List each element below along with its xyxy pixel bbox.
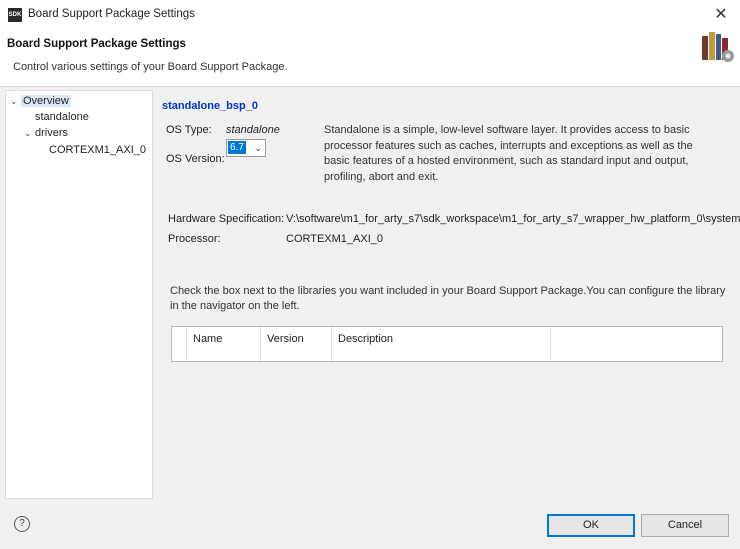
nav-item-label: Overview <box>21 95 71 107</box>
bsp-navigator-tree: ⌄ Overview standalone ⌄ drivers CORTEXM1… <box>5 90 153 499</box>
header-description: Control various settings of your Board S… <box>13 61 288 73</box>
dialog-header: Board Support Package Settings Control v… <box>0 30 740 87</box>
nav-item-label: CORTEXM1_AXI_0 <box>49 144 147 156</box>
processor-label: Processor: <box>168 233 221 245</box>
os-type-label: OS Type: <box>166 124 212 136</box>
header-title: Board Support Package Settings <box>7 38 186 50</box>
chevron-down-icon[interactable]: ⌄ <box>24 128 32 139</box>
libraries-instructions: Check the box next to the libraries you … <box>170 285 726 312</box>
os-version-label: OS Version: <box>166 153 225 165</box>
hardware-spec-value: V:\software\m1_for_arty_s7\sdk_workspace… <box>286 213 740 225</box>
table-header-version[interactable]: Version <box>261 327 332 361</box>
table-header-extra <box>551 327 722 361</box>
nav-item-cortexm1-axi-0[interactable]: CORTEXM1_AXI_0 <box>49 144 146 156</box>
chevron-down-icon[interactable]: ⌄ <box>10 96 18 107</box>
cancel-button[interactable]: Cancel <box>641 514 729 537</box>
close-icon[interactable]: ✕ <box>710 4 732 26</box>
title-bar: SDK Board Support Package Settings ✕ <box>0 0 740 30</box>
table-header-name[interactable]: Name <box>187 327 261 361</box>
sdk-app-icon: SDK <box>8 8 22 22</box>
nav-item-overview[interactable]: Overview <box>21 95 71 107</box>
ok-button[interactable]: OK <box>547 514 635 537</box>
library-books-icon <box>702 32 734 62</box>
nav-item-label: drivers <box>35 127 69 139</box>
table-header-description[interactable]: Description <box>332 327 551 361</box>
os-description: Standalone is a simple, low-level softwa… <box>324 124 693 183</box>
help-icon[interactable]: ? <box>14 516 30 532</box>
nav-item-standalone[interactable]: standalone <box>35 111 89 123</box>
processor-value: CORTEXM1_AXI_0 <box>286 233 384 245</box>
nav-item-drivers[interactable]: drivers <box>35 127 68 139</box>
os-version-select[interactable]: 6.7 ⌄ <box>226 139 266 157</box>
os-version-value: 6.7 <box>228 141 246 154</box>
bsp-name-title: standalone_bsp_0 <box>162 100 258 112</box>
table-header-checkbox[interactable] <box>172 327 187 361</box>
os-type-value: standalone <box>226 124 280 136</box>
hardware-spec-label: Hardware Specification: <box>168 213 285 225</box>
libraries-table[interactable]: Name Version Description <box>171 326 723 362</box>
chevron-down-icon: ⌄ <box>254 143 262 153</box>
overview-panel: standalone_bsp_0 OS Type: standalone OS … <box>162 96 740 496</box>
window-title: Board Support Package Settings <box>28 8 195 20</box>
nav-item-label: standalone <box>35 111 89 123</box>
